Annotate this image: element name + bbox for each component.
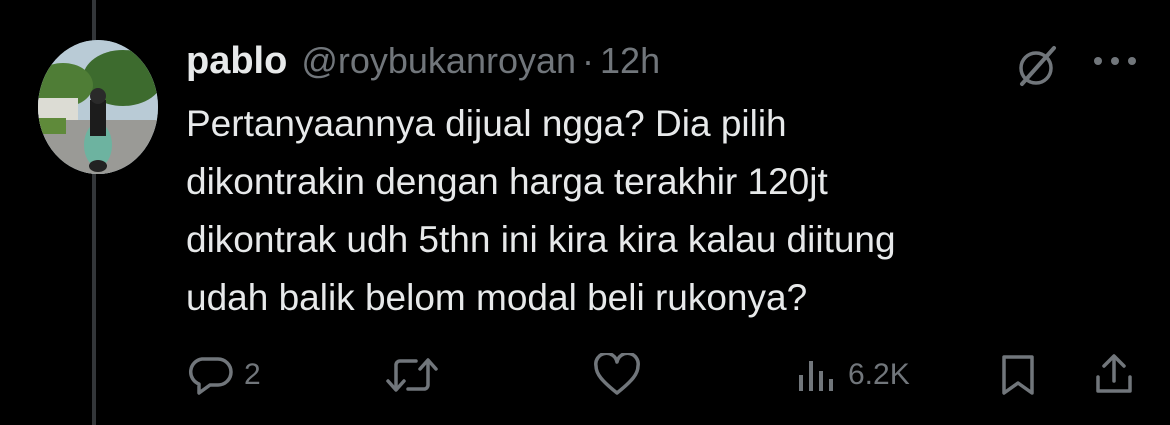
share-icon bbox=[1092, 353, 1136, 397]
header-separator: · bbox=[582, 40, 595, 81]
retweet-button[interactable] bbox=[384, 340, 440, 410]
action-bar: 2 6.2K bbox=[0, 340, 1170, 410]
views-icon bbox=[794, 353, 838, 397]
bookmark-button[interactable] bbox=[998, 340, 1038, 410]
tweet-text: Pertanyaannya dijual ngga? Dia pilih dik… bbox=[186, 95, 1146, 327]
tweet-text-line: dikontrak udh 5thn ini kira kira kalau d… bbox=[186, 219, 896, 260]
tweet-header: pablo @roybukanroyan · 12h bbox=[186, 40, 660, 88]
tweet-text-line: Pertanyaannya dijual ngga? Dia pilih bbox=[186, 103, 787, 144]
like-icon bbox=[592, 353, 642, 397]
user-handle[interactable]: @roybukanroyan bbox=[301, 40, 576, 82]
reply-count: 2 bbox=[244, 358, 261, 391]
like-button[interactable] bbox=[592, 340, 642, 410]
bookmark-icon bbox=[998, 353, 1038, 397]
grok-icon[interactable] bbox=[1010, 42, 1062, 90]
timestamp[interactable]: 12h bbox=[600, 40, 660, 82]
views-button[interactable]: 6.2K bbox=[794, 340, 910, 410]
reply-button[interactable]: 2 bbox=[188, 340, 261, 410]
display-name[interactable]: pablo bbox=[186, 40, 287, 83]
tweet-text-line: dikontrakin dengan harga terakhir 120jt bbox=[186, 161, 828, 202]
avatar-image bbox=[38, 40, 158, 174]
views-count: 6.2K bbox=[848, 358, 910, 391]
share-button[interactable] bbox=[1092, 340, 1136, 410]
reply-icon bbox=[188, 353, 234, 397]
more-icon[interactable] bbox=[1088, 46, 1142, 76]
tweet-text-line: udah balik belom modal beli rukonya? bbox=[186, 277, 808, 318]
retweet-icon bbox=[384, 353, 440, 397]
avatar[interactable] bbox=[38, 40, 158, 174]
